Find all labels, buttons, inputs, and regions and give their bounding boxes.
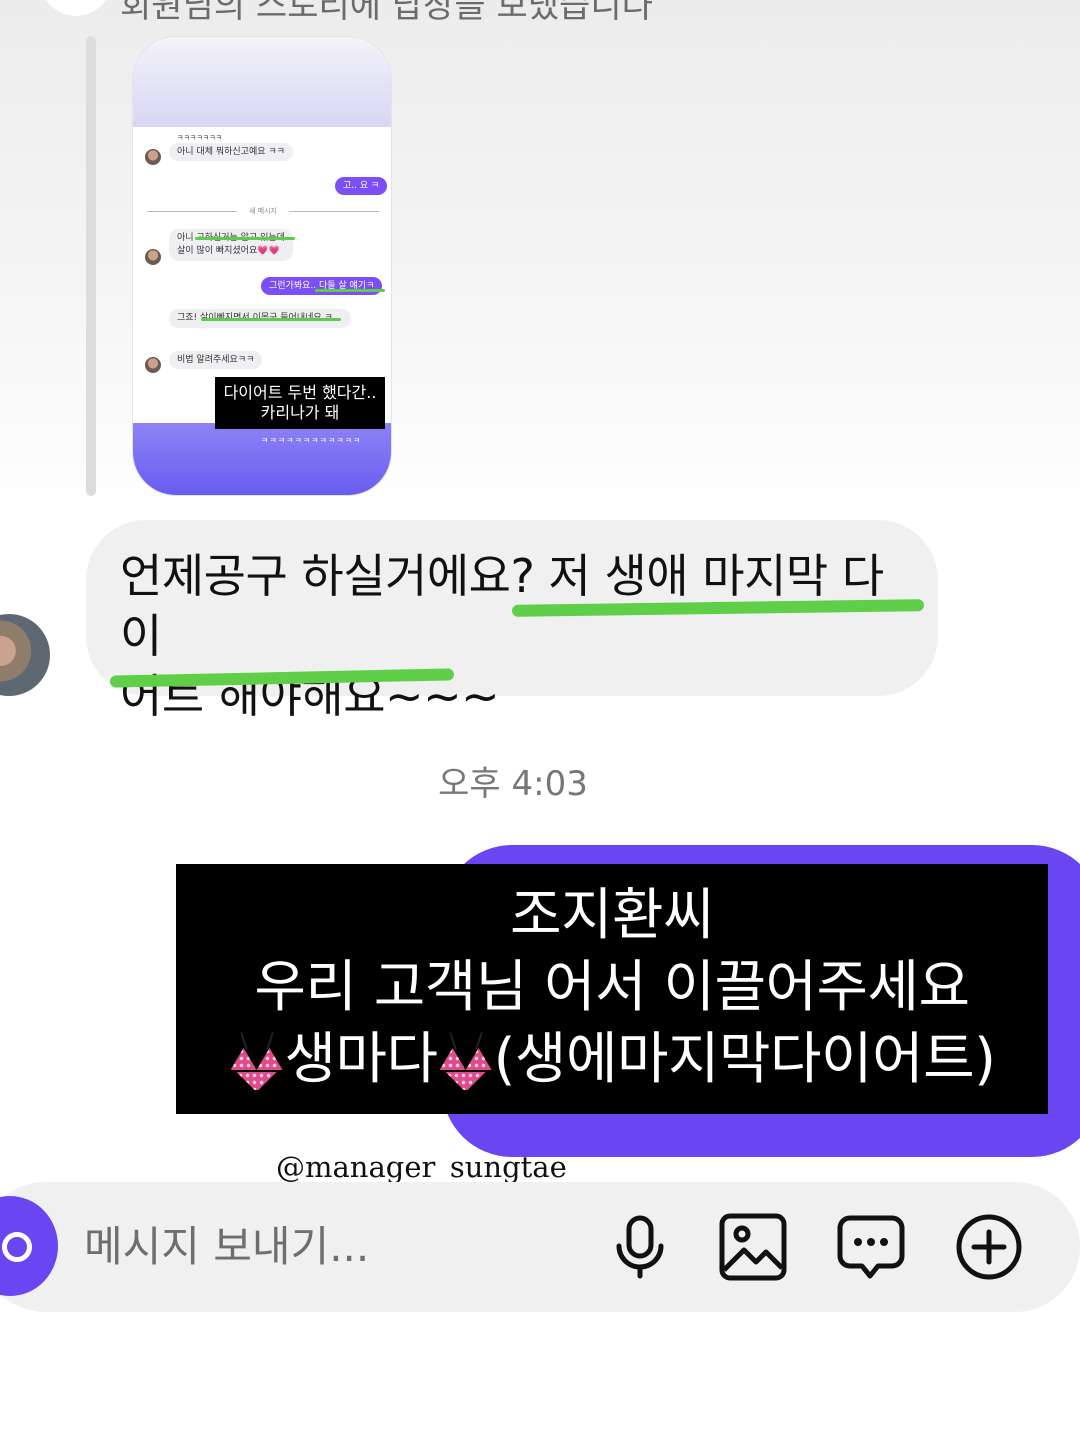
sender-avatar[interactable]	[0, 614, 50, 696]
bikini-icon	[229, 1028, 285, 1090]
preview-caption-line: 다이어트 두번 했다간..	[223, 383, 377, 402]
story-caption-overlay: 조지환씨 우리 고객님 어서 이끌어주세요 생마다 (생에마지막다이어트)	[176, 864, 1048, 1114]
microphone-icon	[616, 1215, 664, 1279]
preview-footer-bar	[133, 423, 391, 495]
preview-message: 비법 알려주세요ㅋㅋ	[169, 351, 263, 369]
incoming-message-text: 언제공구 하실거에요? 저 생애 마지막 다이 어트 해야해요~~~	[120, 546, 920, 726]
caption-text: 생마다	[284, 1027, 439, 1092]
mention-tag[interactable]: @manager_sungtae	[276, 1150, 567, 1184]
bikini-icon	[438, 1028, 494, 1090]
sticker-button[interactable]	[836, 1212, 906, 1282]
preview-message-line: 살이 많이 빠지셨어요💗💗	[177, 246, 280, 256]
camera-icon	[2, 1232, 32, 1262]
preview-avatar	[145, 357, 161, 373]
story-reply-notice: 회원님의 스토리에 답장을 보냈습니다	[120, 0, 653, 26]
preview-message-out: 그런가봐요.. 다들 살 얘기ㅋ	[261, 277, 383, 295]
caption-line: 조지환씨	[509, 883, 715, 948]
preview-header	[133, 37, 391, 127]
message-timestamp: 오후 4:03	[438, 764, 588, 804]
preview-avatar	[145, 249, 161, 265]
preview-highlight	[195, 237, 295, 240]
preview-divider: 새 메시지	[147, 205, 379, 217]
preview-footer-text: ㅋㅋㅋㅋㅋㅋㅋㅋㅋㅋㅋㅋ	[261, 436, 362, 445]
reply-indicator-bar	[86, 36, 96, 496]
gallery-button[interactable]	[718, 1212, 788, 1282]
caption-line: 우리 고객님 어서 이끌어주세요	[254, 955, 970, 1020]
preview-highlight	[315, 289, 385, 292]
message-input[interactable]	[84, 1216, 584, 1276]
microphone-button[interactable]	[605, 1212, 675, 1282]
preview-message: 아니 대체 뭐하신고예요 ㅋㅋ	[169, 143, 293, 161]
preview-caption: 다이어트 두번 했다간.. 카리나가 돼	[215, 377, 385, 429]
caption-text: (생에마지막다이어트)	[493, 1027, 996, 1092]
caption-line-3: 생마다 (생에마지막다이어트)	[176, 1024, 1048, 1096]
preview-caption-line: 카리나가 돼	[260, 403, 340, 422]
more-options-button[interactable]	[954, 1212, 1024, 1282]
preview-highlight	[201, 318, 341, 321]
chat-bubble-icon	[837, 1215, 905, 1279]
preview-message: 아니 고하신거는 알고 있는데 살이 많이 빠지셨어요💗💗	[169, 229, 293, 261]
preview-message-out: 고.. 요 ㅋ	[335, 177, 388, 195]
image-icon	[719, 1213, 787, 1281]
plus-circle-icon	[956, 1214, 1022, 1280]
preview-avatar	[145, 149, 161, 165]
